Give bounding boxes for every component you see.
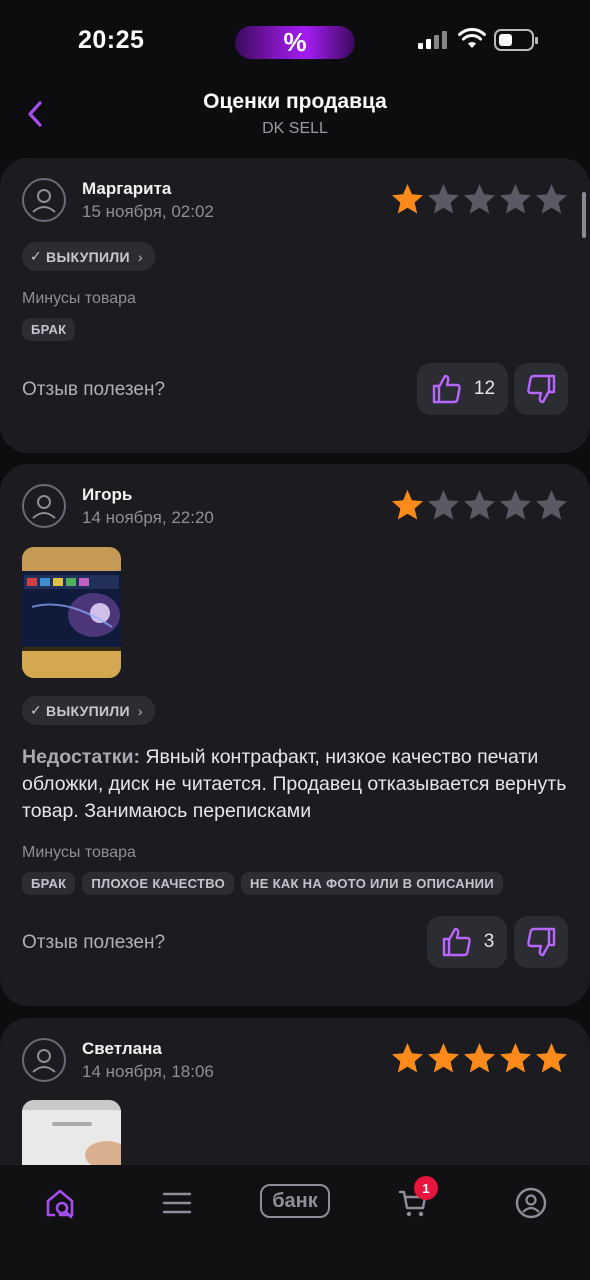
check-icon: ✓ xyxy=(30,702,43,718)
user-icon xyxy=(32,1049,56,1073)
like-count: 12 xyxy=(473,378,496,399)
like-count: 3 xyxy=(483,931,495,952)
rating-stars xyxy=(390,488,569,522)
purchased-chip[interactable]: ✓ ВЫКУПИЛИ › xyxy=(22,242,155,271)
cart-badge: 1 xyxy=(414,1176,438,1200)
rating-stars xyxy=(390,1041,569,1075)
review-photo[interactable] xyxy=(22,547,121,678)
star-empty-icon xyxy=(536,490,567,520)
like-button[interactable]: 3 xyxy=(427,916,507,968)
page-header: Оценки продавца DK SELL xyxy=(0,80,590,148)
star-empty-icon xyxy=(428,184,459,214)
bottom-tab-bar: банк 1 xyxy=(0,1165,590,1280)
chevron-right-icon: › xyxy=(137,248,143,265)
star-filled-icon xyxy=(536,1043,567,1073)
star-empty-icon xyxy=(500,184,531,214)
promo-pill[interactable]: % xyxy=(235,26,355,59)
helpful-question: Отзыв полезен? xyxy=(22,932,166,953)
like-button[interactable]: 12 xyxy=(417,363,508,415)
status-bar: 20:25 % xyxy=(0,0,590,80)
star-filled-icon xyxy=(428,1043,459,1073)
cons-tag[interactable]: НЕ КАК НА ФОТО ИЛИ В ОПИСАНИИ xyxy=(241,872,503,895)
cons-label: Минусы товара xyxy=(22,290,136,307)
page-title: Оценки продавца xyxy=(203,90,387,113)
scrollbar-thumb[interactable] xyxy=(582,192,586,238)
menu-icon xyxy=(162,1192,192,1214)
wifi-icon xyxy=(458,28,486,48)
review-date: 15 ноября, 02:02 xyxy=(82,202,214,221)
seller-name: DK SELL xyxy=(262,120,328,137)
home-search-icon xyxy=(46,1189,74,1219)
cellular-signal-icon xyxy=(418,31,447,49)
status-time: 20:25 xyxy=(78,26,145,54)
star-filled-icon xyxy=(392,490,423,520)
avatar xyxy=(22,484,66,528)
review-text-prefix: Недостатки: xyxy=(22,746,140,768)
tab-profile[interactable] xyxy=(511,1183,551,1223)
cons-tag[interactable]: БРАК xyxy=(22,318,76,341)
thumbs-down-icon xyxy=(527,927,556,957)
tab-home-search[interactable] xyxy=(40,1183,80,1223)
dislike-button[interactable] xyxy=(514,363,568,415)
review-date: 14 ноября, 18:06 xyxy=(82,1062,214,1081)
purchased-chip[interactable]: ✓ ВЫКУПИЛИ › xyxy=(22,696,155,725)
thumbs-down-icon xyxy=(527,374,556,404)
tab-bank[interactable]: банк xyxy=(260,1184,330,1218)
star-filled-icon xyxy=(392,184,423,214)
star-filled-icon xyxy=(464,1043,495,1073)
check-icon: ✓ xyxy=(30,248,43,264)
user-icon xyxy=(32,189,56,213)
star-empty-icon xyxy=(500,490,531,520)
thumbs-up-icon xyxy=(442,927,471,957)
review-date: 14 ноября, 22:20 xyxy=(82,508,214,527)
dislike-button[interactable] xyxy=(514,916,568,968)
thumbs-up-icon xyxy=(432,374,461,404)
review-card: Игорь 14 ноября, 22:20 ✓ ВЫКУПИЛИ › Недо… xyxy=(0,464,590,1006)
cons-tags: БРАК ПЛОХОЕ КАЧЕСТВО НЕ КАК НА ФОТО ИЛИ … xyxy=(22,872,503,895)
review-card: Маргарита 15 ноября, 02:02 ✓ ВЫКУПИЛИ › … xyxy=(0,158,590,453)
star-filled-icon xyxy=(392,1043,423,1073)
helpful-question: Отзыв полезен? xyxy=(22,379,166,400)
avatar xyxy=(22,1038,66,1082)
star-empty-icon xyxy=(428,490,459,520)
chevron-right-icon: › xyxy=(137,702,143,719)
user-icon xyxy=(32,495,56,519)
star-empty-icon xyxy=(464,490,495,520)
star-empty-icon xyxy=(464,184,495,214)
review-author: Игорь xyxy=(82,485,133,504)
star-empty-icon xyxy=(536,184,567,214)
rating-stars xyxy=(390,182,569,216)
cons-tags: БРАК xyxy=(22,318,76,341)
avatar xyxy=(22,178,66,222)
battery-icon xyxy=(494,29,538,51)
tab-catalog[interactable] xyxy=(157,1183,197,1223)
review-author: Маргарита xyxy=(82,179,172,198)
review-text: Недостатки: Явный контрафакт, низкое кач… xyxy=(22,744,572,825)
cons-tag[interactable]: БРАК xyxy=(22,872,76,895)
cons-tag[interactable]: ПЛОХОЕ КАЧЕСТВО xyxy=(82,872,235,895)
star-filled-icon xyxy=(500,1043,531,1073)
review-author: Светлана xyxy=(82,1039,162,1058)
profile-icon xyxy=(515,1187,547,1219)
cons-label: Минусы товара xyxy=(22,844,136,861)
